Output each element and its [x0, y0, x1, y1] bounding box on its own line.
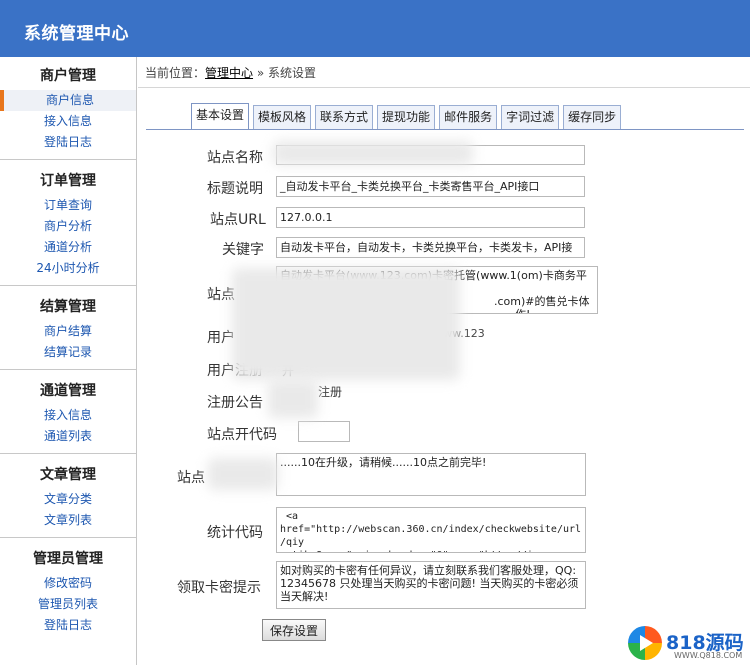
sidebar-item-merchant-login-log[interactable]: 登陆日志	[0, 132, 136, 153]
breadcrumb: 当前位置：管理中心 » 系统设置	[145, 64, 316, 81]
tab-cache-sync[interactable]: 缓存同步	[563, 105, 622, 129]
card-tip-label: 领取卡密提示	[177, 580, 261, 596]
sidebar-item-order-query[interactable]: 订单查询	[0, 195, 136, 216]
site-maint-label: 站点	[177, 470, 205, 486]
stats-code-label: 统计代码	[207, 525, 263, 541]
sidebar-group-title: 订单管理	[40, 173, 96, 189]
stats-code-textarea[interactable]: <a href="http://webscan.360.cn/index/che…	[276, 507, 586, 553]
keywords-input[interactable]: 自动发卡平台，自动发卡，卡类兑换平台，卡类发卡，API接	[276, 237, 585, 258]
site-open-code-label: 站点开代码	[207, 427, 277, 443]
sidebar-item-article-categories[interactable]: 文章分类	[0, 489, 136, 510]
breadcrumb-current: 系统设置	[268, 66, 317, 80]
site-open-code-input[interactable]	[298, 421, 350, 442]
save-settings-button[interactable]: 保存设置	[262, 619, 326, 641]
divider	[0, 159, 136, 160]
redaction-blur	[268, 380, 318, 418]
tab-contact[interactable]: 联系方式	[315, 105, 374, 129]
sidebar-item-change-password[interactable]: 修改密码	[0, 573, 136, 594]
sidebar-group-title: 管理员管理	[33, 551, 103, 567]
sidebar-group-title: 商户管理	[40, 68, 96, 84]
divider	[0, 369, 136, 370]
register-notice-value[interactable]: 注册	[318, 383, 342, 400]
sidebar-item-merchant-info[interactable]: 商户信息	[0, 90, 136, 111]
site-url-input[interactable]: 127.0.0.1	[276, 207, 585, 228]
app-header: 系统管理中心	[0, 0, 750, 57]
sidebar-item-merchant-access[interactable]: 接入信息	[0, 111, 136, 132]
sidebar-group-merchant: 商户管理 商户信息 接入信息 登陆日志	[0, 63, 136, 153]
sidebar-group-settlement: 结算管理 商户结算 结算记录	[0, 294, 136, 363]
sidebar: 商户管理 商户信息 接入信息 登陆日志 订单管理 订单查询 商户分析 通道分析 …	[0, 57, 137, 665]
register-notice-label: 注册公告	[207, 395, 263, 411]
breadcrumb-link-home[interactable]: 管理中心	[205, 66, 253, 80]
sidebar-item-settlement-records[interactable]: 结算记录	[0, 342, 136, 363]
tab-template-style[interactable]: 模板风格	[253, 105, 312, 129]
site-maint-textarea[interactable]: ......10在升级，请稍候......10点之前完毕!	[276, 453, 586, 496]
tab-basic-settings[interactable]: 基本设置	[191, 103, 250, 129]
sidebar-group-orders: 订单管理 订单查询 商户分析 通道分析 24小时分析	[0, 168, 136, 279]
sidebar-item-article-list[interactable]: 文章列表	[0, 510, 136, 531]
sidebar-group-channels: 通道管理 接入信息 通道列表	[0, 378, 136, 447]
sidebar-group-title: 通道管理	[40, 383, 96, 399]
tab-word-filter[interactable]: 字词过滤	[501, 105, 560, 129]
tab-withdrawal[interactable]: 提现功能	[377, 105, 436, 129]
sidebar-item-channel-analysis[interactable]: 通道分析	[0, 237, 136, 258]
settings-tabs: 基本设置 模板风格 联系方式 提现功能 邮件服务 字词过滤 缓存同步	[191, 103, 625, 129]
redaction-blur	[232, 268, 460, 380]
sidebar-group-title: 结算管理	[40, 299, 96, 315]
divider	[0, 537, 136, 538]
breadcrumb-prefix: 当前位置：	[145, 66, 206, 80]
user-label: 用户	[207, 330, 235, 346]
app-title: 系统管理中心	[24, 24, 129, 44]
sidebar-group-articles: 文章管理 文章分类 文章列表	[0, 462, 136, 531]
redaction-blur	[208, 458, 278, 490]
sidebar-item-admin-login-log[interactable]: 登陆日志	[0, 615, 136, 636]
sidebar-item-24h-analysis[interactable]: 24小时分析	[0, 258, 136, 279]
sidebar-group-title: 文章管理	[40, 467, 96, 483]
sidebar-item-merchant-settlement[interactable]: 商户结算	[0, 321, 136, 342]
site-url-label: 站点URL	[210, 212, 266, 228]
redaction-blur	[273, 141, 473, 165]
sidebar-item-channel-access[interactable]: 接入信息	[0, 405, 136, 426]
sidebar-item-admin-list[interactable]: 管理员列表	[0, 594, 136, 615]
sidebar-item-merchant-analysis[interactable]: 商户分析	[0, 216, 136, 237]
title-desc-label: 标题说明	[207, 181, 263, 197]
divider	[0, 285, 136, 286]
breadcrumb-separator: »	[253, 66, 269, 80]
keywords-label: 关键字	[222, 242, 264, 258]
tab-baseline	[146, 129, 744, 130]
sidebar-item-channel-list[interactable]: 通道列表	[0, 426, 136, 447]
sidebar-group-admins: 管理员管理 修改密码 管理员列表 登陆日志	[0, 546, 136, 636]
divider	[0, 453, 136, 454]
watermark-url: WWW.Q818.COM	[674, 651, 743, 660]
site-desc-label: 站点	[207, 287, 235, 303]
card-tip-textarea[interactable]: 如对购买的卡密有任何异议，请立刻联系我们客服处理，QQ: 12345678 只处…	[276, 561, 586, 609]
play-logo-icon	[628, 626, 662, 660]
title-desc-input[interactable]: _自动发卡平台_卡类兑换平台_卡类寄售平台_API接口	[276, 176, 585, 197]
site-name-label: 站点名称	[207, 150, 263, 166]
tab-mail-service[interactable]: 邮件服务	[439, 105, 498, 129]
divider	[138, 87, 750, 88]
